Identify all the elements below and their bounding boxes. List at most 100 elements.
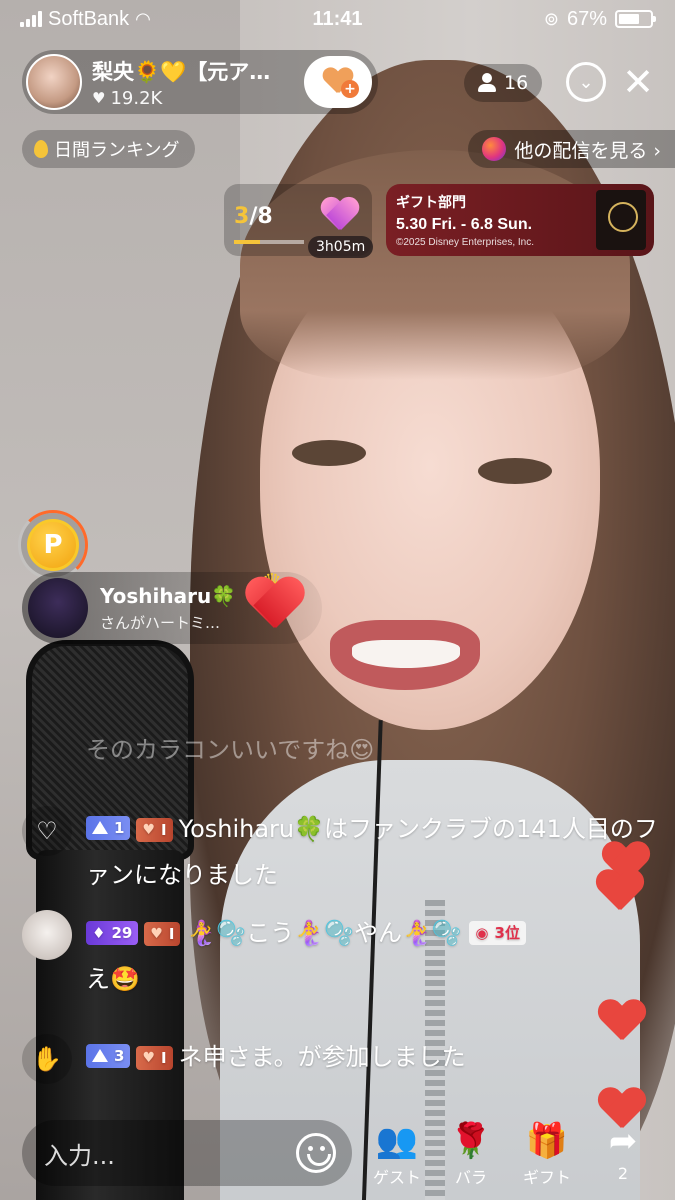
streamer-eye-left bbox=[292, 440, 366, 466]
gift-heart-icon bbox=[320, 198, 360, 234]
progress-bar bbox=[234, 240, 304, 244]
fan-value: I bbox=[168, 925, 175, 943]
gift-label: ギフト bbox=[522, 1168, 571, 1187]
share-icon: ➦ bbox=[608, 1121, 638, 1161]
comment-input[interactable]: 入力... bbox=[22, 1120, 352, 1186]
drop-icon bbox=[34, 140, 48, 158]
triangle-icon bbox=[92, 1049, 108, 1062]
progress-current: 3 bbox=[234, 204, 250, 229]
streamer-eye-right bbox=[478, 458, 552, 484]
heart-outline-icon: ♡ bbox=[22, 806, 72, 856]
fan-badge: ♥ I bbox=[144, 922, 181, 946]
heart-icon: ♥ bbox=[92, 89, 106, 107]
level-value: 29 bbox=[111, 924, 133, 942]
gift-icon: 🎁 bbox=[525, 1121, 569, 1161]
other-streams-label: 他の配信を見る › bbox=[514, 139, 661, 162]
alert-user: Yoshiharu🍀 bbox=[100, 583, 237, 608]
person-icon bbox=[478, 73, 496, 93]
share-button[interactable]: ➦ 2 bbox=[590, 1120, 656, 1183]
rotation-lock-icon: ⊚ bbox=[543, 8, 559, 29]
floating-heart-icon bbox=[598, 1000, 646, 1044]
chat-body: 3 ♥ I ネ申さま。が参加しました bbox=[86, 1034, 675, 1080]
planet-icon bbox=[482, 137, 507, 161]
chevron-down-icon: ⌄ bbox=[578, 71, 594, 93]
fan-value: I bbox=[161, 821, 167, 839]
level-value: 3 bbox=[114, 1046, 125, 1065]
rose-button[interactable]: 🌹 バラ bbox=[438, 1120, 504, 1188]
chat-text: ネ申さま。が参加しました bbox=[178, 1043, 466, 1071]
emoji-icon[interactable] bbox=[296, 1133, 336, 1173]
host-avatar[interactable] bbox=[26, 54, 82, 110]
gift-button[interactable]: 🎁 ギフト bbox=[514, 1120, 580, 1188]
alert-text: Yoshiharu🍀 さんがハートミ… bbox=[100, 584, 236, 633]
share-count: 2 bbox=[617, 1164, 629, 1183]
fan-heart-icon: ♥ bbox=[142, 822, 155, 838]
user-avatar[interactable] bbox=[22, 910, 72, 960]
carrier-name: SoftBank bbox=[48, 7, 130, 30]
chat-text: え🤩 bbox=[86, 965, 140, 993]
close-button[interactable]: ✕ bbox=[618, 60, 658, 104]
progress-total: /8 bbox=[249, 204, 273, 229]
daily-ranking-label: 日間ランキング bbox=[54, 140, 180, 161]
alert-message: さんがハートミ… bbox=[100, 613, 221, 632]
chat-body: 1 ♥ I Yoshiharu🍀はファンクラブの141人目のファンになりました bbox=[86, 806, 675, 898]
points-coin-button[interactable]: P bbox=[18, 510, 88, 580]
chat-message: ♦ 29 ♥ I 🧜‍♀️🫧こう🧜‍♀️🫧やん🧜‍♀️🫧 ◉ 3位 え🤩 bbox=[22, 910, 675, 1002]
status-right: ⊚ 67% bbox=[543, 7, 656, 31]
fan-heart-icon: ♥ bbox=[150, 926, 163, 942]
wifi-icon: ◠ bbox=[135, 8, 151, 29]
host-name: 梨央🌻💛【元ア… bbox=[92, 59, 271, 84]
medal-icon: ◉ bbox=[475, 924, 489, 942]
close-icon: ✕ bbox=[622, 60, 654, 104]
fan-value: I bbox=[161, 1049, 167, 1067]
host-profile[interactable]: 梨央🌻💛【元ア… ♥ 19.2K + bbox=[22, 50, 378, 114]
rose-label: バラ bbox=[454, 1168, 487, 1187]
alert-avatar bbox=[28, 578, 88, 638]
progress-fill bbox=[234, 240, 261, 244]
gem-icon: ♦ bbox=[92, 924, 106, 942]
chat-message: ✋ 3 ♥ I ネ申さま。が参加しました bbox=[22, 1034, 675, 1084]
guest-label: ゲスト bbox=[372, 1168, 421, 1187]
rank-value: 3位 bbox=[494, 924, 520, 942]
viewer-count-value: 16 bbox=[504, 72, 529, 94]
battery-icon bbox=[615, 10, 656, 28]
follow-button[interactable]: + bbox=[304, 56, 372, 108]
rose-icon: 🌹 bbox=[449, 1121, 493, 1161]
progress-timer: 3h05m bbox=[308, 236, 374, 258]
status-bar: SoftBank ◠ 11:41 ⊚ 67% bbox=[0, 0, 675, 38]
guest-button[interactable]: 👥 ゲスト bbox=[364, 1120, 430, 1188]
plus-icon: + bbox=[341, 80, 359, 98]
host-likes-count: 19.2K bbox=[110, 87, 163, 109]
fan-badge: ♥ I bbox=[136, 1046, 173, 1070]
comment-placeholder: 入力... bbox=[44, 1141, 115, 1170]
level-value: 1 bbox=[114, 818, 125, 837]
chat-user[interactable]: 🧜‍♀️🫧こう🧜‍♀️🫧やん🧜‍♀️🫧 bbox=[186, 919, 461, 947]
minimize-button[interactable]: ⌄ bbox=[566, 62, 606, 102]
fan-heart-icon: ♥ bbox=[142, 1050, 155, 1066]
progress-count: 3/8 bbox=[234, 204, 273, 229]
heart-gift-icon bbox=[244, 578, 306, 634]
rank-badge: ◉ 3位 bbox=[469, 921, 526, 945]
event-thumbnail bbox=[596, 190, 646, 250]
status-left: SoftBank ◠ bbox=[20, 8, 151, 31]
fading-message: そのカラコンいいですね😍 bbox=[86, 736, 375, 764]
event-banner[interactable]: ギフト部門 5.30 Fri. - 6.8 Sun. ©2025 Disney … bbox=[386, 184, 654, 256]
coin-icon: P bbox=[27, 519, 79, 571]
daily-ranking-button[interactable]: 日間ランキング bbox=[22, 130, 196, 168]
streamer-teeth bbox=[352, 640, 460, 668]
chat-message: ♡ 1 ♥ I Yoshiharu🍀はファンクラブの141人目のファンになりました bbox=[22, 806, 675, 898]
triangle-icon bbox=[92, 821, 108, 834]
chat-body: ♦ 29 ♥ I 🧜‍♀️🫧こう🧜‍♀️🫧やん🧜‍♀️🫧 ◉ 3位 え🤩 bbox=[86, 910, 675, 1002]
floating-heart-icon bbox=[596, 870, 644, 914]
viewer-count[interactable]: 16 bbox=[464, 64, 543, 102]
fan-badge: ♥ I bbox=[136, 818, 173, 842]
level-badge: 3 bbox=[86, 1043, 131, 1068]
signal-icon bbox=[20, 11, 42, 27]
gift-progress-card[interactable]: 3/8 3h05m bbox=[224, 184, 374, 258]
battery-percent: 67% bbox=[566, 7, 607, 30]
other-streams-button[interactable]: 他の配信を見る › bbox=[468, 130, 675, 168]
guest-icon: 👥 bbox=[375, 1121, 419, 1161]
gem-badge: ♦ 29 bbox=[86, 921, 139, 945]
level-badge: 1 bbox=[86, 815, 131, 840]
wave-hand-icon: ✋ bbox=[22, 1034, 72, 1084]
